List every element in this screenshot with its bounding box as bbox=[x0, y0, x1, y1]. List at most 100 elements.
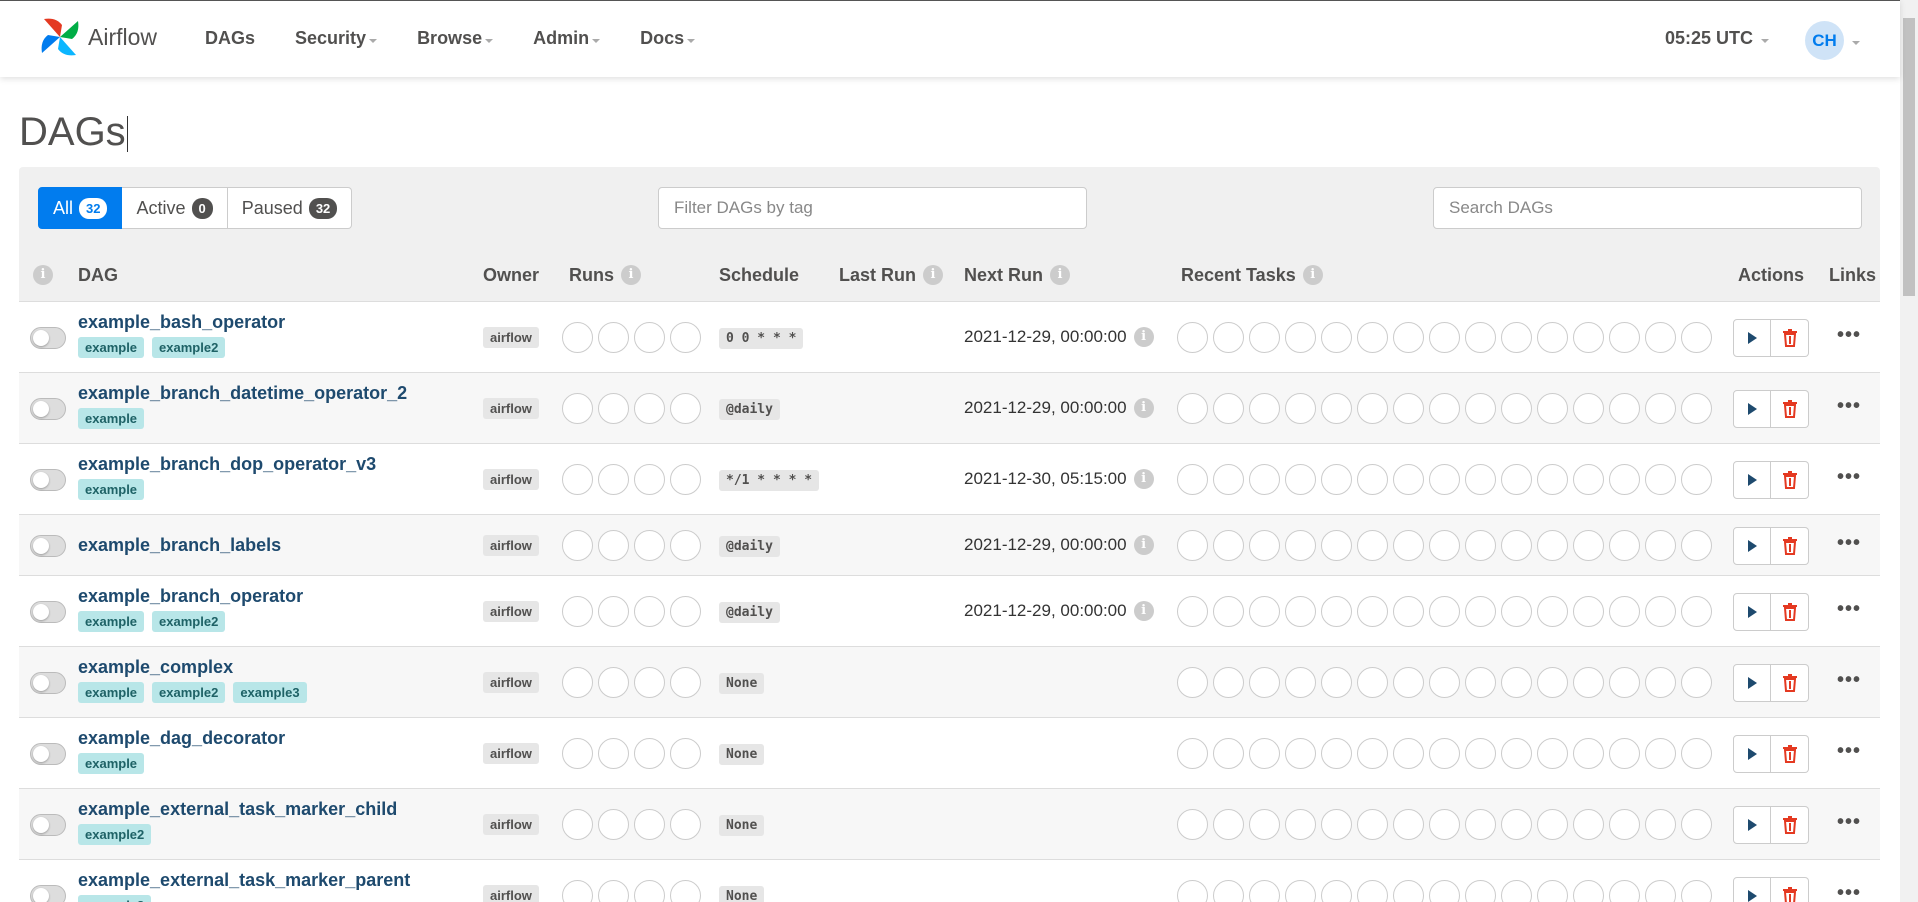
pause-toggle[interactable] bbox=[30, 534, 66, 557]
col-last-run-label[interactable]: Last Run bbox=[839, 265, 916, 286]
task-state-circle[interactable] bbox=[1393, 737, 1424, 769]
task-state-circle[interactable] bbox=[1573, 463, 1604, 495]
task-state-circle[interactable] bbox=[1465, 529, 1496, 561]
delete-dag-button[interactable] bbox=[1771, 805, 1809, 844]
task-state-circle[interactable] bbox=[1213, 392, 1244, 424]
col-dag[interactable]: DAG bbox=[78, 249, 118, 301]
pause-toggle[interactable] bbox=[30, 742, 66, 765]
delete-dag-button[interactable] bbox=[1771, 592, 1809, 631]
task-state-circle[interactable] bbox=[1285, 529, 1316, 561]
info-icon[interactable]: i bbox=[1133, 468, 1154, 489]
task-state-circle[interactable] bbox=[1249, 808, 1280, 840]
task-state-circle[interactable] bbox=[1681, 666, 1712, 698]
run-state-circle[interactable] bbox=[598, 392, 629, 424]
task-state-circle[interactable] bbox=[1501, 392, 1532, 424]
task-state-circle[interactable] bbox=[1357, 879, 1388, 902]
task-state-circle[interactable] bbox=[1465, 737, 1496, 769]
task-state-circle[interactable] bbox=[1177, 879, 1208, 902]
task-state-circle[interactable] bbox=[1357, 737, 1388, 769]
nav-docs[interactable]: Docs bbox=[640, 28, 696, 49]
task-state-circle[interactable] bbox=[1573, 808, 1604, 840]
task-state-circle[interactable] bbox=[1357, 808, 1388, 840]
task-state-circle[interactable] bbox=[1537, 808, 1568, 840]
toggle-switch[interactable] bbox=[30, 742, 66, 765]
trigger-dag-button[interactable] bbox=[1733, 460, 1771, 499]
task-state-circle[interactable] bbox=[1177, 737, 1208, 769]
toggle-switch[interactable] bbox=[30, 671, 66, 694]
task-state-circle[interactable] bbox=[1249, 392, 1280, 424]
task-state-circle[interactable] bbox=[1393, 666, 1424, 698]
nav-security[interactable]: Security bbox=[295, 28, 378, 49]
trigger-dag-button[interactable] bbox=[1733, 876, 1771, 902]
task-state-circle[interactable] bbox=[1573, 666, 1604, 698]
run-state-circle[interactable] bbox=[670, 879, 701, 902]
toggle-switch[interactable] bbox=[30, 326, 66, 349]
delete-dag-button[interactable] bbox=[1771, 389, 1809, 428]
run-state-circle[interactable] bbox=[670, 666, 701, 698]
links-menu-icon[interactable]: ••• bbox=[1837, 882, 1861, 902]
task-state-circle[interactable] bbox=[1321, 595, 1352, 627]
task-state-circle[interactable] bbox=[1465, 595, 1496, 627]
run-state-circle[interactable] bbox=[562, 463, 593, 495]
run-state-circle[interactable] bbox=[670, 321, 701, 353]
dag-link[interactable]: example_bash_operator bbox=[78, 312, 285, 333]
task-state-circle[interactable] bbox=[1429, 808, 1460, 840]
task-state-circle[interactable] bbox=[1285, 879, 1316, 902]
task-state-circle[interactable] bbox=[1357, 529, 1388, 561]
task-state-circle[interactable] bbox=[1537, 879, 1568, 902]
brand[interactable]: Airflow bbox=[36, 13, 157, 61]
task-state-circle[interactable] bbox=[1213, 808, 1244, 840]
task-state-circle[interactable] bbox=[1321, 737, 1352, 769]
timezone-dropdown[interactable]: 05:25 UTC bbox=[1665, 28, 1770, 49]
task-state-circle[interactable] bbox=[1285, 808, 1316, 840]
task-state-circle[interactable] bbox=[1681, 463, 1712, 495]
task-state-circle[interactable] bbox=[1645, 879, 1676, 902]
links-menu-icon[interactable]: ••• bbox=[1837, 532, 1861, 555]
filter-all-button[interactable]: All 32 bbox=[38, 187, 123, 229]
task-state-circle[interactable] bbox=[1609, 321, 1640, 353]
task-state-circle[interactable] bbox=[1501, 737, 1532, 769]
task-state-circle[interactable] bbox=[1249, 737, 1280, 769]
delete-dag-button[interactable] bbox=[1771, 734, 1809, 773]
task-state-circle[interactable] bbox=[1177, 463, 1208, 495]
user-menu[interactable]: CH bbox=[1805, 21, 1860, 60]
dag-link[interactable]: example_branch_dop_operator_v3 bbox=[78, 454, 376, 475]
task-state-circle[interactable] bbox=[1573, 321, 1604, 353]
run-state-circle[interactable] bbox=[598, 595, 629, 627]
pause-toggle[interactable] bbox=[30, 397, 66, 420]
task-state-circle[interactable] bbox=[1501, 879, 1532, 902]
delete-dag-button[interactable] bbox=[1771, 526, 1809, 565]
task-state-circle[interactable] bbox=[1393, 463, 1424, 495]
task-state-circle[interactable] bbox=[1213, 595, 1244, 627]
task-state-circle[interactable] bbox=[1393, 595, 1424, 627]
info-icon[interactable]: i bbox=[621, 265, 641, 285]
toggle-switch[interactable] bbox=[30, 884, 66, 902]
task-state-circle[interactable] bbox=[1537, 321, 1568, 353]
run-state-circle[interactable] bbox=[634, 392, 665, 424]
task-state-circle[interactable] bbox=[1357, 321, 1388, 353]
search-input[interactable]: Search DAGs bbox=[1433, 187, 1862, 229]
delete-dag-button[interactable] bbox=[1771, 876, 1809, 902]
task-state-circle[interactable] bbox=[1177, 321, 1208, 353]
task-state-circle[interactable] bbox=[1321, 463, 1352, 495]
task-state-circle[interactable] bbox=[1429, 463, 1460, 495]
dag-link[interactable]: example_dag_decorator bbox=[78, 728, 285, 749]
task-state-circle[interactable] bbox=[1249, 879, 1280, 902]
run-state-circle[interactable] bbox=[670, 463, 701, 495]
task-state-circle[interactable] bbox=[1609, 529, 1640, 561]
dag-link[interactable]: example_external_task_marker_child bbox=[78, 799, 397, 820]
task-state-circle[interactable] bbox=[1501, 463, 1532, 495]
task-state-circle[interactable] bbox=[1285, 666, 1316, 698]
task-state-circle[interactable] bbox=[1321, 879, 1352, 902]
run-state-circle[interactable] bbox=[670, 595, 701, 627]
task-state-circle[interactable] bbox=[1393, 879, 1424, 902]
trigger-dag-button[interactable] bbox=[1733, 805, 1771, 844]
run-state-circle[interactable] bbox=[670, 392, 701, 424]
owner-badge[interactable]: airflow bbox=[483, 326, 539, 348]
task-state-circle[interactable] bbox=[1321, 321, 1352, 353]
task-state-circle[interactable] bbox=[1465, 392, 1496, 424]
task-state-circle[interactable] bbox=[1429, 529, 1460, 561]
task-state-circle[interactable] bbox=[1213, 463, 1244, 495]
delete-dag-button[interactable] bbox=[1771, 460, 1809, 499]
nav-admin[interactable]: Admin bbox=[533, 28, 601, 49]
